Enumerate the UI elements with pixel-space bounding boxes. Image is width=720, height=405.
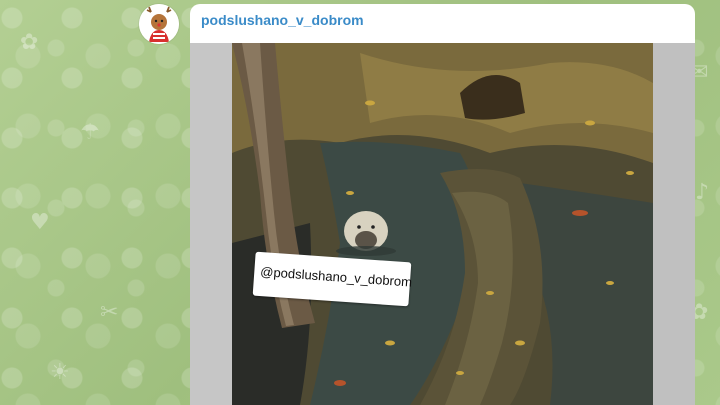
- deer-avatar-icon: [139, 4, 179, 44]
- doodle-icon: ♪: [695, 180, 710, 205]
- doodle-icon: ☀: [50, 360, 70, 385]
- doodle-icon: ☂: [80, 120, 100, 145]
- watermark-text: @podslushano_v_dobrom: [259, 264, 413, 290]
- channel-name-link[interactable]: podslushano_v_dobrom: [201, 12, 364, 28]
- doodle-icon: ✂: [100, 300, 119, 325]
- channel-avatar[interactable]: [139, 4, 179, 44]
- post-video[interactable]: @podslushano_v_dobrom: [190, 43, 695, 405]
- video-frame-image: [190, 43, 695, 405]
- doodle-icon: ♥: [30, 210, 50, 235]
- channel-post-bubble[interactable]: podslushano_v_dobrom @podslushano_v_dobr…: [190, 4, 695, 405]
- doodle-icon: ✿: [20, 30, 39, 55]
